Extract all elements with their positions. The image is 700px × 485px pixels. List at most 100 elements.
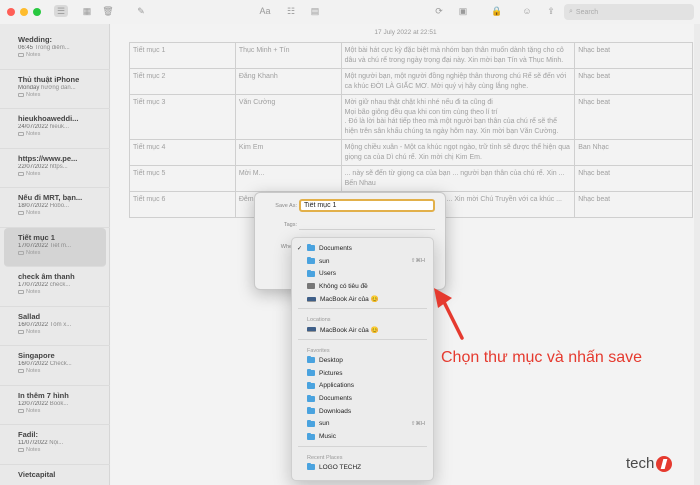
minimize-window-button[interactable] [20,8,28,16]
checklist-icon[interactable]: ☷ [284,5,298,17]
where-menu-item-label: Desktop [319,356,343,364]
table-row: Tiết mục 4 Kim Em Mộng chiều xuân - Một ca… [129,139,693,166]
where-menu-item[interactable]: Applications [292,380,433,393]
close-window-button[interactable] [7,8,15,16]
table-cell[interactable]: Tiết mục 1 [129,42,236,69]
table-cell[interactable]: Tiết mục 5 [129,165,236,192]
annotation-arrow-icon [434,288,464,340]
folder-icon [307,463,315,471]
note-list-item[interactable]: hieukhoaweddi... 24/07/2022 hieuk... Not… [0,109,110,149]
table-cell[interactable]: Tiết mục 2 [129,68,236,95]
search-placeholder: Search [575,8,599,16]
lock-icon[interactable]: 🔒 [490,5,504,17]
notes-list: Wedding: 06:45 Trong điểm... Notes Thủ th… [0,30,110,485]
grid-view-icon[interactable]: ▦ [80,5,94,17]
note-list-item[interactable]: Vietcapital [0,465,110,485]
folder-icon [18,171,24,176]
where-menu-item[interactable]: MacBook Air của 😊 [292,323,433,336]
note-list-item[interactable]: https://www.pe... 22/07/2022 https... No… [0,149,110,188]
where-menu-item[interactable]: ✓ Documents [292,242,433,255]
note-list-item[interactable]: check âm thanh 17/07/2022 check... Notes [0,267,110,307]
note-list-item[interactable]: Singapore 16/07/2022 Check... Notes [0,346,110,386]
table-cell[interactable]: ... này sẽ đến từ giọng ca của bạn ... n… [340,165,576,192]
save-as-input[interactable] [299,199,435,212]
note-list-item[interactable]: Fadil: 11/07/2022 Nội... Notes [0,425,110,465]
note-list-item[interactable]: Wedding: 06:45 Trong điểm... Notes [0,30,110,70]
where-menu-item[interactable]: Downloads [292,405,433,418]
table-cell[interactable]: Tiết mục 3 [129,94,236,140]
where-menu-item[interactable]: Không có tiêu đề [292,280,433,293]
table-cell[interactable]: Thục Minh + Tín [234,42,342,69]
where-menu-item[interactable]: Documents [292,392,433,405]
where-menu-item[interactable]: Pictures [292,367,433,380]
menu-separator [298,445,427,447]
table-cell[interactable]: Tiết mục 4 [129,139,236,166]
where-menu-item-label: Downloads [319,407,352,415]
table-cell[interactable]: Một người bạn, một người đồng nghiệp thâ… [340,68,576,95]
where-menu-item[interactable]: Users [292,267,433,280]
scrollbar[interactable] [694,24,700,485]
list-view-icon[interactable]: ☰ [54,5,68,17]
table-icon[interactable]: ▤ [308,5,322,17]
folder-icon [307,432,315,440]
note-time: 17/07/2022 [18,282,49,288]
note-list-item[interactable]: Tiết mục 1 17/07/2022 Tiết m... Notes [4,227,106,267]
menu-section-header: Locations [307,317,331,324]
table-cell[interactable]: Kim Em [234,139,342,166]
share-photo-icon[interactable]: ⟳ [432,5,446,17]
where-menu-item-label: sun [319,420,330,428]
table-cell[interactable]: Nhạc beat [574,42,693,69]
compose-icon[interactable]: ✎ [134,5,148,17]
trash-icon[interactable]: 🗑 [101,5,115,17]
note-list-item[interactable]: Nếu đi MRT, bạn... 18/07/2022 Hobo... No… [0,188,110,228]
table-cell[interactable]: Mời M... [234,165,342,192]
table-cell[interactable]: Đăng Khanh [234,68,342,95]
annotation-text: Chọn thư mục và nhấn save [441,349,643,366]
note-folder: Notes [18,171,104,177]
tags-input[interactable] [299,220,435,230]
media-icon[interactable]: ▣ [456,5,470,17]
folder-icon [18,92,24,97]
table-cell[interactable]: Một bài hát cực kỳ đặc biệt mà nhóm bạn … [340,42,576,69]
note-meta: 22/07/2022 https... [18,164,104,170]
where-menu-item[interactable]: sun ⇧⌘H [292,255,433,268]
where-menu-item-label: Documents [319,395,352,403]
table-cell[interactable]: Mời giữ nhau thật chặt khi nhé nếu đi ta… [340,94,576,140]
note-title: In thêm 7 hình [18,390,69,400]
where-menu-item-label: Pictures [319,369,343,377]
where-menu-item[interactable]: Desktop [292,354,433,367]
where-menu-item[interactable]: sun ⇧⌘H [292,418,433,431]
table-cell[interactable]: Ban Nhạc [574,139,693,166]
zoom-window-button[interactable] [33,8,41,16]
collaborate-icon[interactable]: ☺ [520,5,534,17]
note-list-item[interactable]: Sallad 16/07/2022 Tôm x... Notes [0,307,110,346]
where-menu-item-label: Documents [319,244,352,252]
where-menu-item[interactable]: Music [292,430,433,443]
menu-separator [298,339,427,341]
search-field[interactable]: ⌕ Search [564,4,694,20]
font-format-button[interactable]: Aa [258,5,272,17]
note-folder-name: Notes [26,447,41,453]
note-list-item[interactable]: Thủ thuật iPhone Monday hướng dẫn... Not… [0,70,110,109]
table-cell[interactable]: Nhạc beat [574,191,693,218]
where-menu-item[interactable]: LOGO TECHZ [292,461,433,474]
folder-icon [307,257,315,265]
macbook-icon [307,327,316,333]
table-cell[interactable]: Nhạc beat [574,68,693,95]
share-export-icon[interactable]: ⇪ [544,5,558,17]
where-menu-item-label: Không có tiêu đề [319,282,368,290]
note-folder: Notes [18,210,104,216]
table-cell[interactable]: Nhạc beat [574,165,693,192]
folder-icon [18,132,24,136]
table-cell[interactable]: Văn Cường [234,94,342,140]
folder-icon [307,244,315,252]
table-cell[interactable]: Nhạc beat [574,94,693,140]
where-dropdown-menu[interactable]: ✓ Documents sun ⇧⌘H Users Không có tiêu đề Mac… [291,237,434,481]
note-list-item[interactable]: In thêm 7 hình 12/07/2022 Book... Notes [0,386,110,425]
table-cell[interactable]: Mộng chiều xuân - Một ca khúc ngọt ngào,… [340,139,576,166]
note-preview: Tiết m... [49,242,72,249]
note-title: Thủ thuật iPhone [18,74,80,84]
search-icon: ⌕ [569,8,573,15]
where-menu-item[interactable]: MacBook Air của 😊 [292,293,433,306]
table-cell[interactable]: Tiết mục 6 [129,191,236,218]
